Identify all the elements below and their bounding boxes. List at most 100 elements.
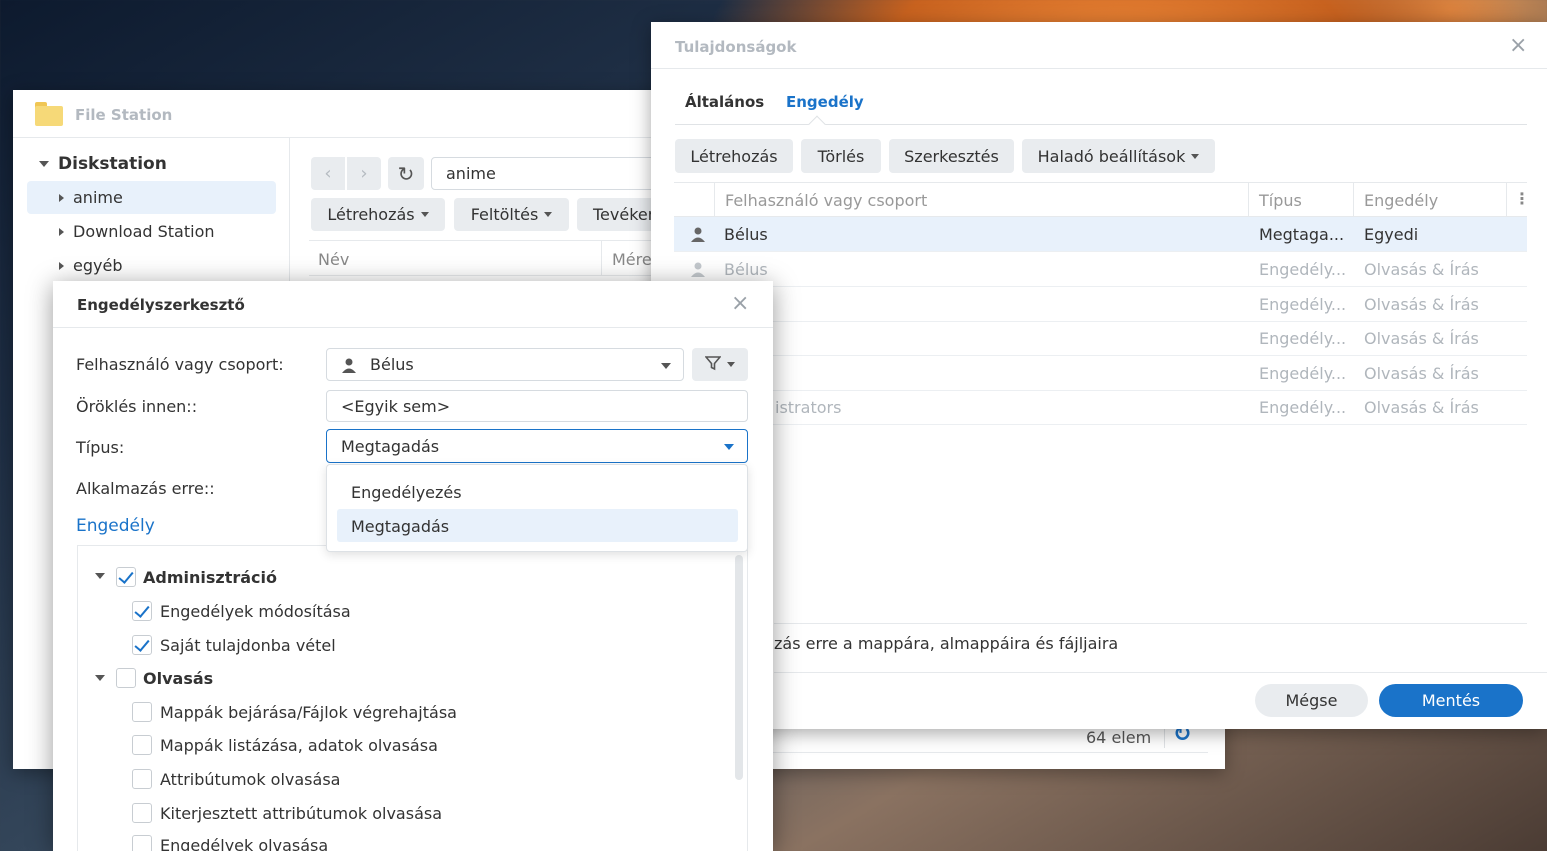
tree-item-egyeb[interactable]: egyéb — [27, 249, 276, 282]
caret-down-icon — [727, 362, 735, 367]
status-bar-line — [773, 752, 1208, 753]
advanced-label: Haladó beállítások — [1037, 146, 1186, 166]
delete-button[interactable]: Törlés — [801, 139, 881, 173]
checkbox-list-read-data[interactable] — [132, 735, 152, 755]
item-label: Saját tulajdonba vétel — [160, 636, 336, 655]
create-menu-button[interactable]: Létrehozás — [311, 198, 445, 231]
title-divider — [651, 68, 1547, 69]
type-dropdown-list: Engedélyezés Megtagadás — [326, 464, 748, 552]
column-size[interactable]: Mére — [612, 250, 652, 269]
file-list-header: Név Mére — [309, 240, 689, 276]
tree-item-download-station[interactable]: Download Station — [27, 215, 276, 248]
edit-button[interactable]: Szerkesztés — [889, 139, 1014, 173]
row-type: Engedély... — [1259, 260, 1347, 279]
inherit-field: <Egyik sem> — [326, 390, 748, 422]
item-label: Attribútumok olvasása — [160, 770, 341, 789]
type-select[interactable]: Megtagadás — [326, 429, 748, 463]
window-title: File Station — [75, 106, 173, 124]
apply-scope-text: zás erre a mappára, almappáira és fájlja… — [774, 634, 1119, 653]
tree-root[interactable]: Diskstation — [39, 154, 167, 174]
tab-general[interactable]: Általános — [685, 93, 764, 111]
column-user[interactable]: Felhasználó vagy csoport — [725, 191, 927, 210]
caret-down-icon — [420, 212, 429, 217]
row-type: Megtaga... — [1259, 225, 1345, 244]
upload-label: Feltöltés — [470, 205, 539, 224]
checkbox-traverse-execute[interactable] — [132, 702, 152, 722]
close-icon[interactable]: × — [731, 293, 749, 315]
forward-button[interactable]: › — [347, 157, 381, 190]
back-button[interactable]: ‹ — [311, 157, 345, 190]
inherit-label: Öröklés innen:: — [76, 397, 198, 416]
item-label: Engedélyek olvasása — [160, 836, 329, 851]
create-button[interactable]: Létrehozás — [675, 139, 793, 173]
table-row[interactable]: Bélus Megtaga... Egyedi — [674, 217, 1527, 252]
column-menu-icon[interactable]: ⋮ — [1514, 189, 1530, 208]
group-label: Adminisztráció — [143, 568, 277, 587]
header-divider — [714, 183, 715, 216]
item-label: Engedélyek módosítása — [160, 602, 351, 621]
table-row[interactable]: istrators Engedély... Olvasás & Írás — [674, 390, 1527, 425]
tree-item-label: egyéb — [73, 256, 123, 275]
checkbox-modify-permissions[interactable] — [132, 601, 152, 621]
upload-menu-button[interactable]: Feltöltés — [454, 198, 569, 231]
status-divider — [1164, 726, 1165, 748]
checkbox-administration[interactable] — [116, 567, 136, 587]
expand-icon[interactable] — [59, 193, 64, 202]
tab-pointer — [808, 115, 826, 133]
expand-icon[interactable] — [59, 227, 64, 236]
permission-editor-dialog: Engedélyszerkesztő × Felhasználó vagy cs… — [53, 281, 773, 851]
row-permission: Olvasás & Írás — [1364, 398, 1479, 417]
option-allow[interactable]: Engedélyezés — [337, 475, 738, 507]
row-type: Engedély... — [1259, 364, 1347, 383]
tree-root-label: Diskstation — [58, 154, 167, 174]
expand-icon[interactable] — [59, 261, 64, 270]
group-label: Olvasás — [143, 669, 214, 688]
column-name[interactable]: Név — [318, 250, 349, 269]
cancel-button[interactable]: Mégse — [1255, 684, 1368, 717]
refresh-button[interactable]: ↻ — [388, 157, 424, 190]
table-row[interactable]: Engedély... Olvasás & Írás — [674, 356, 1527, 391]
filter-button[interactable] — [692, 348, 748, 381]
user-select-value: Bélus — [370, 355, 414, 374]
table-row[interactable]: Bélus Engedély... Olvasás & Írás — [674, 252, 1527, 287]
row-permission: Olvasás & Írás — [1364, 364, 1479, 383]
checkbox-take-ownership[interactable] — [132, 635, 152, 655]
user-select[interactable]: Bélus — [326, 348, 684, 381]
column-permission[interactable]: Engedély — [1364, 191, 1438, 210]
refresh-icon: ↻ — [397, 161, 415, 186]
row-user: Bélus — [724, 225, 768, 244]
checkbox-read-extended-attributes[interactable] — [132, 803, 152, 823]
column-type[interactable]: Típus — [1259, 191, 1302, 210]
user-icon — [690, 261, 706, 277]
option-deny[interactable]: Megtagadás — [337, 509, 738, 542]
row-type: Engedély... — [1259, 295, 1347, 314]
type-select-value: Megtagadás — [341, 436, 440, 456]
footer-divider — [774, 672, 1547, 673]
close-icon[interactable]: × — [1509, 35, 1527, 57]
apply-label: Alkalmazás erre:: — [76, 479, 215, 498]
collapse-icon[interactable] — [95, 573, 105, 579]
expand-icon[interactable] — [39, 161, 49, 167]
collapse-icon[interactable] — [95, 675, 105, 681]
table-row[interactable]: Engedély... Olvasás & Írás — [674, 321, 1527, 356]
tab-permission[interactable]: Engedély — [786, 93, 864, 111]
permission-tree: Adminisztráció Engedélyek módosítása Saj… — [77, 545, 748, 851]
checkbox-read-permissions[interactable] — [132, 835, 152, 851]
user-label: Felhasználó vagy csoport: — [76, 355, 284, 374]
item-label: Mappák listázása, adatok olvasása — [160, 736, 438, 755]
header-divider — [1506, 183, 1507, 216]
tree-item-anime[interactable]: anime — [27, 181, 276, 214]
create-label: Létrehozás — [327, 205, 415, 224]
save-button[interactable]: Mentés — [1379, 684, 1523, 717]
permission-section-title: Engedély — [76, 516, 155, 536]
table-row[interactable]: Engedély... Olvasás & Írás — [674, 287, 1527, 322]
checkbox-read-attributes[interactable] — [132, 769, 152, 789]
checkbox-read[interactable] — [116, 668, 136, 688]
scrollbar[interactable] — [735, 555, 743, 780]
advanced-settings-button[interactable]: Haladó beállítások — [1022, 139, 1215, 173]
tree-item-label: anime — [73, 188, 123, 207]
row-user: Bélus — [724, 260, 768, 279]
dialog-title: Engedélyszerkesztő — [77, 296, 245, 314]
status-count: 64 elem — [1086, 728, 1152, 747]
folder-icon — [35, 102, 63, 126]
